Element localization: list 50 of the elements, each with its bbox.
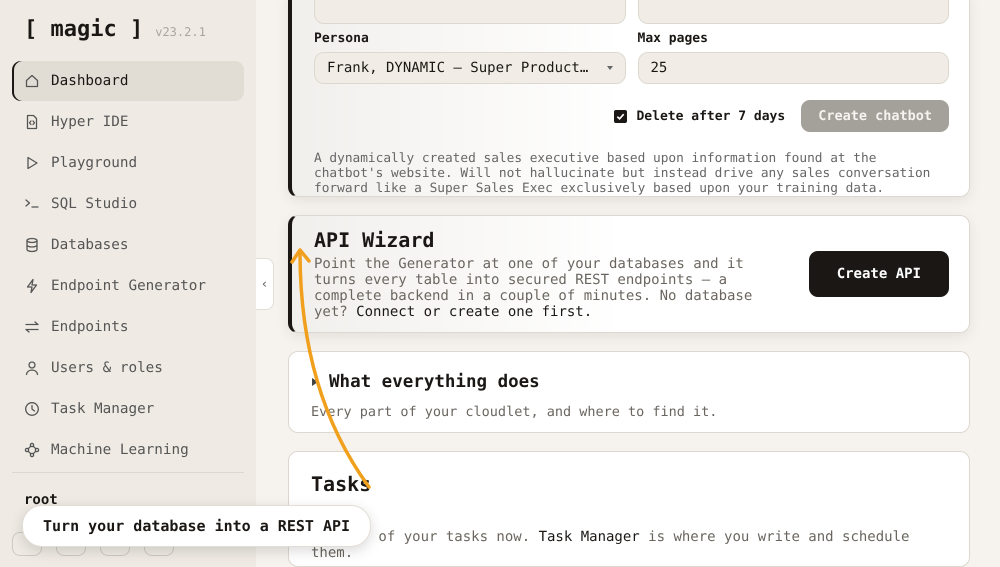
arrows-icon — [24, 319, 40, 335]
nav-item[interactable]: Machine Learning — [12, 430, 244, 470]
card-title: What everything does — [329, 372, 540, 392]
input-field[interactable] — [638, 0, 949, 24]
nav-item[interactable]: Endpoints — [12, 307, 244, 347]
version-label: v23.2.1 — [155, 25, 206, 39]
nav-item[interactable]: SQL Studio — [12, 184, 244, 224]
nav-label: Playground — [51, 155, 138, 171]
database-icon — [24, 237, 40, 253]
create-api-button[interactable]: Create API — [808, 251, 949, 298]
input-field[interactable] — [314, 0, 626, 24]
nav-label: Users & roles — [51, 360, 163, 376]
nav-item[interactable]: Dashboard — [12, 61, 244, 101]
description: Point the Generator at one of your databases and it turns every table into secured REST endpoints — a complete backend in a couple of minutes. No database yet? Connect or create one first. — [314, 256, 754, 320]
nav-label: Endpoints — [51, 319, 128, 335]
nav-label: Machine Learning — [51, 442, 189, 458]
caret-icon — [606, 66, 612, 70]
max-pages-field[interactable]: 25 — [638, 52, 949, 84]
checkbox-label: Delete after 7 days — [636, 108, 786, 124]
nav-item[interactable]: Databases — [12, 225, 244, 265]
nav-label: Databases — [51, 237, 128, 253]
file-code-icon — [24, 114, 40, 130]
bolt-icon — [24, 278, 40, 294]
home-icon — [24, 73, 40, 89]
field-label: Max pages — [638, 31, 709, 46]
checkbox[interactable] — [614, 110, 628, 122]
clock-icon — [24, 401, 40, 417]
nav-label: Hyper IDE — [51, 114, 128, 130]
nav-item[interactable]: Hyper IDE — [12, 102, 244, 142]
user-icon — [24, 360, 40, 376]
collapse-button[interactable]: ‹ — [256, 258, 274, 310]
description: A dynamically created sales executive based upon information found at the chatbot's website. Will not hallucinate but instead drive any sales conversation forward like a Super Sales Exec exclusively based upon your training data. — [314, 151, 932, 196]
nav-item[interactable]: Endpoint Generator — [12, 266, 244, 306]
nav-label: Endpoint Generator — [51, 278, 206, 294]
user-name: root — [24, 492, 59, 508]
nav-label: Dashboard — [51, 73, 128, 89]
link[interactable]: Connect or create one first. — [356, 304, 592, 320]
expand-icon[interactable] — [311, 378, 319, 386]
field-label: Persona — [314, 31, 370, 46]
nav-item[interactable]: Task Manager — [12, 389, 244, 429]
card-title: API Wizard — [314, 228, 436, 252]
nav-item[interactable]: Playground — [12, 143, 244, 183]
nav-item[interactable]: Users & roles — [12, 348, 244, 388]
logo: [ magic ] — [24, 17, 144, 42]
nav-label: SQL Studio — [51, 196, 138, 212]
nav-label: Task Manager — [51, 401, 154, 417]
nodes-icon — [24, 442, 40, 458]
persona-select[interactable]: Frank, DYNAMIC – Super Product… — [314, 52, 626, 84]
link[interactable]: Task Manager — [538, 528, 640, 545]
tooltip: Turn your database into a REST API — [22, 505, 372, 547]
